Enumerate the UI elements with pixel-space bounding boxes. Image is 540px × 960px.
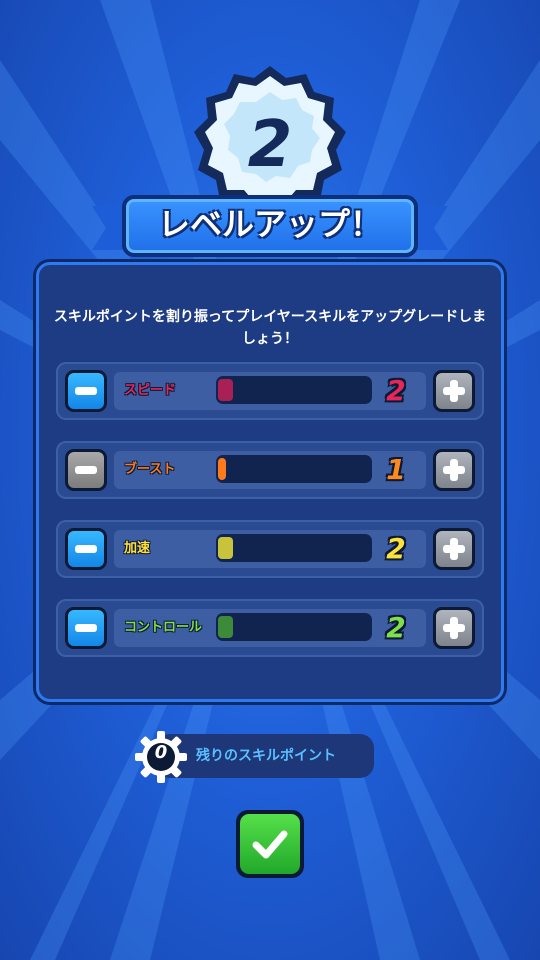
skill-row: 加速 2 bbox=[56, 520, 484, 578]
skill-progress-fill bbox=[218, 458, 226, 480]
skill-value: 2 bbox=[386, 611, 406, 644]
skill-progress-fill bbox=[218, 616, 233, 638]
skill-value: 2 bbox=[386, 532, 406, 565]
skill-name: コントロール bbox=[124, 620, 203, 635]
decrease-button[interactable] bbox=[65, 607, 107, 649]
skill-progress-track bbox=[216, 534, 372, 562]
skill-progress-fill bbox=[218, 537, 233, 559]
skill-value: 2 bbox=[386, 374, 406, 407]
confirm-button[interactable] bbox=[236, 810, 304, 878]
plus-icon-vertical bbox=[450, 617, 458, 639]
increase-button[interactable] bbox=[433, 607, 475, 649]
skill-row: ブースト 1 bbox=[56, 441, 484, 499]
skill-row: スピード 2 bbox=[56, 362, 484, 420]
decrease-button[interactable] bbox=[65, 449, 107, 491]
decrease-button[interactable] bbox=[65, 370, 107, 412]
check-icon bbox=[252, 830, 288, 859]
skill-name: スピード bbox=[124, 383, 177, 398]
plus-icon-vertical bbox=[450, 380, 458, 402]
plus-icon-vertical bbox=[450, 459, 458, 481]
confirm-button-face bbox=[240, 814, 300, 874]
skill-progress-fill bbox=[218, 379, 233, 401]
skill-name: 加速 bbox=[124, 541, 151, 556]
skill-progress-track bbox=[216, 376, 372, 404]
decrease-button[interactable] bbox=[65, 528, 107, 570]
plus-icon-vertical bbox=[450, 538, 458, 560]
skill-progress-track bbox=[216, 613, 372, 641]
level-number: 2 bbox=[247, 108, 293, 182]
skill-value: 1 bbox=[386, 453, 406, 486]
page-title: レベルアップ！ bbox=[157, 205, 382, 243]
remaining-points-value: 0 bbox=[154, 742, 168, 763]
instruction-text: スキルポイントを割り振ってプレイヤースキルをアップグレードしましょう！ bbox=[53, 309, 487, 347]
remaining-points-label: 残りのスキルポイント bbox=[196, 748, 336, 764]
minus-icon bbox=[75, 387, 97, 395]
increase-button[interactable] bbox=[433, 370, 475, 412]
skill-name: ブースト bbox=[124, 462, 176, 477]
skill-row: コントロール 2 bbox=[56, 599, 484, 657]
minus-icon bbox=[75, 545, 97, 553]
increase-button[interactable] bbox=[433, 449, 475, 491]
minus-icon bbox=[75, 466, 97, 474]
skill-progress-track bbox=[216, 455, 372, 483]
increase-button[interactable] bbox=[433, 528, 475, 570]
minus-icon bbox=[75, 624, 97, 632]
